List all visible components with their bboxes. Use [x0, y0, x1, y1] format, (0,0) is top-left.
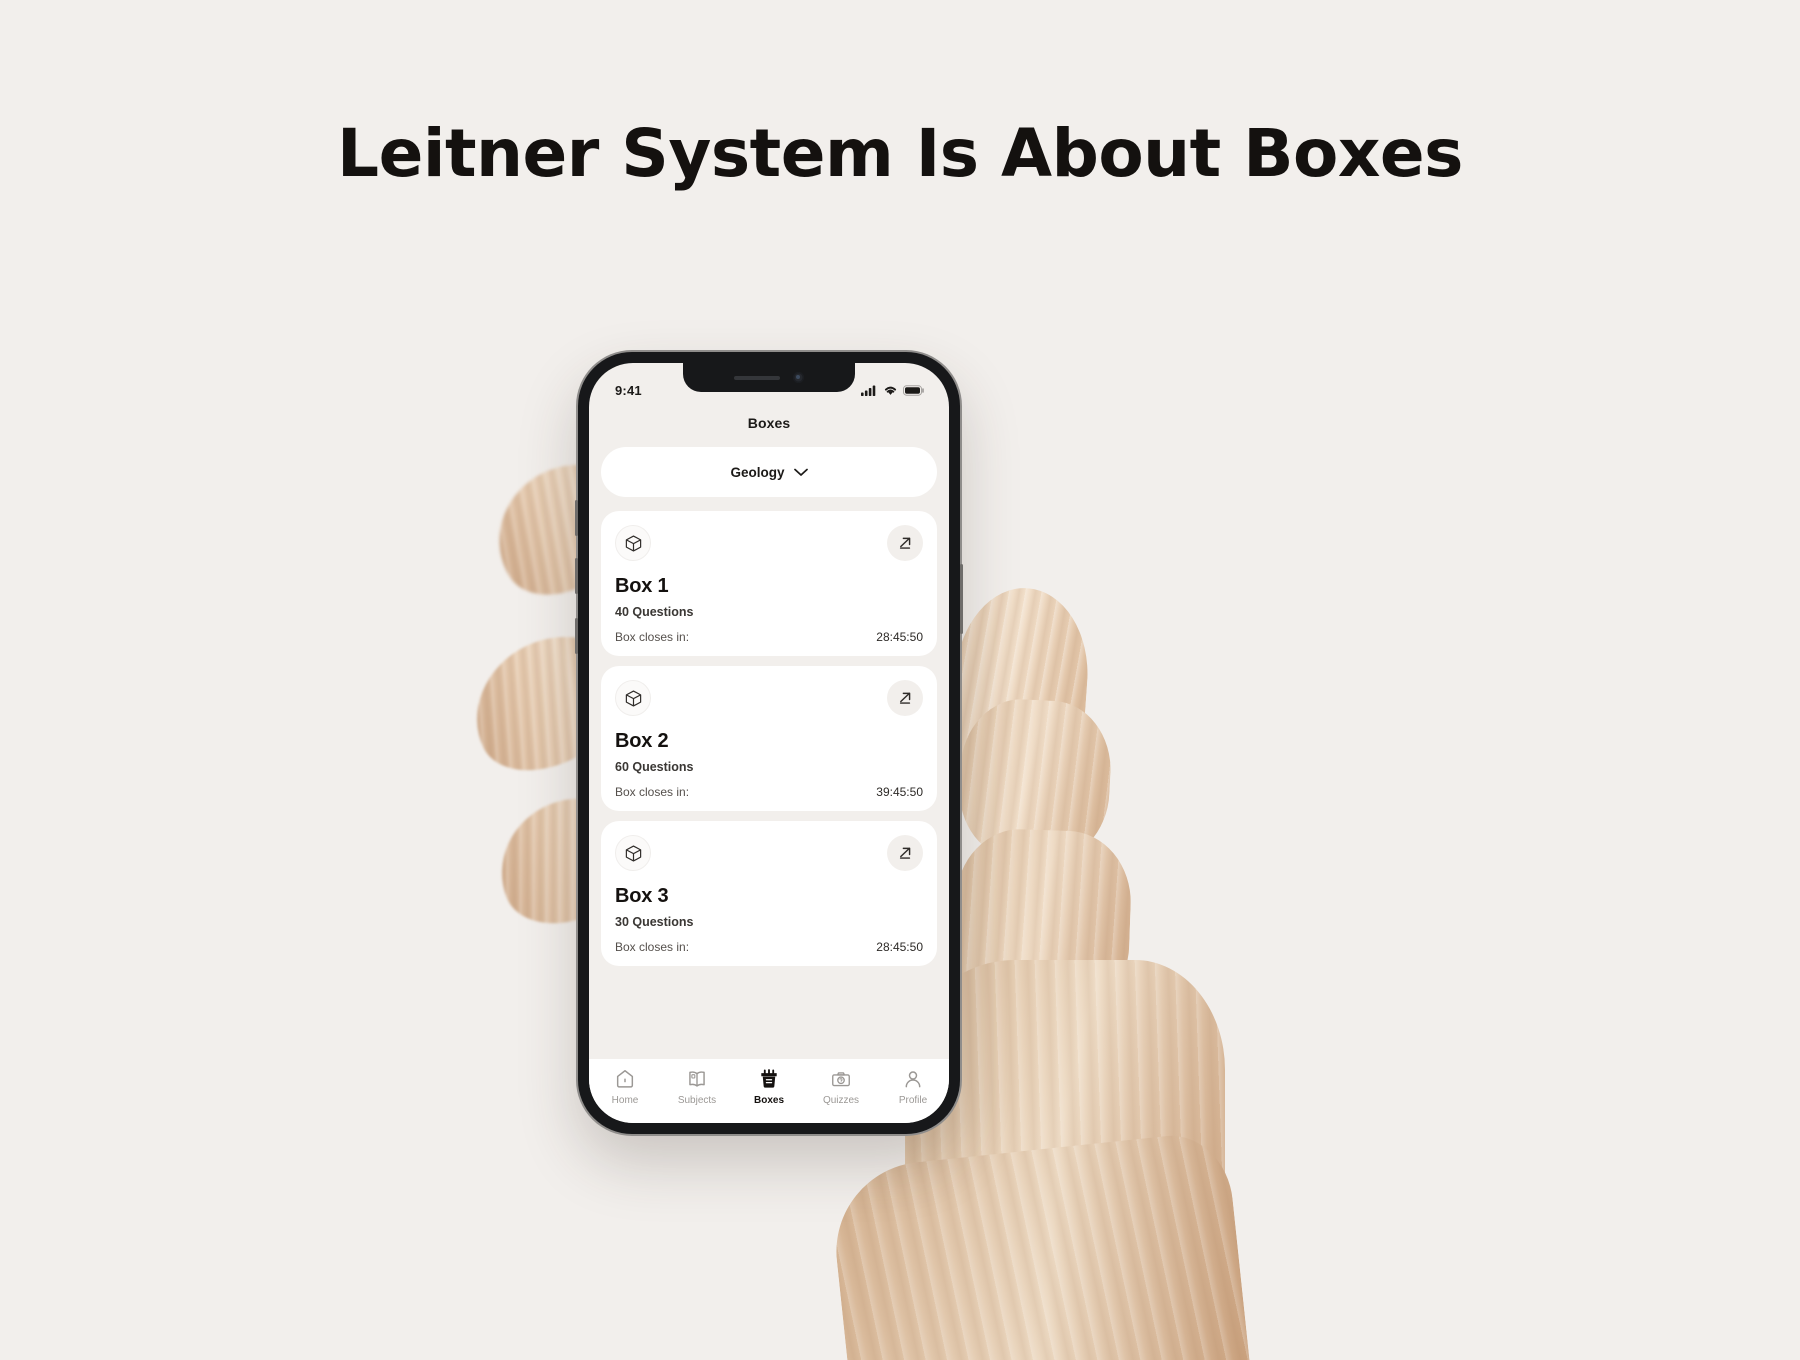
arrow-up-right-icon	[899, 847, 910, 859]
box-timer-value: 28:45:50	[876, 630, 923, 644]
box-card[interactable]: Box 3 30 Questions Box closes in: 28:45:…	[601, 821, 937, 966]
tab-home[interactable]: Home	[589, 1068, 661, 1106]
box-question-count: 40 Questions	[615, 605, 694, 619]
phone-notch	[683, 363, 855, 392]
box-timer-row: Box closes in: 39:45:50	[615, 785, 923, 799]
thumb-base	[951, 827, 1134, 1018]
status-time: 9:41	[615, 382, 642, 398]
open-box-button[interactable]	[887, 835, 923, 871]
cellular-signal-icon	[861, 385, 876, 396]
chevron-down-icon	[793, 468, 808, 476]
thumb-middle	[955, 696, 1115, 864]
page-title: Leitner System Is About Boxes	[337, 115, 1463, 192]
box-timer-value: 39:45:50	[876, 785, 923, 799]
box-title: Box 1	[615, 575, 669, 597]
battery-icon	[903, 384, 924, 396]
app-header-title: Boxes	[747, 415, 791, 431]
tab-profile[interactable]: Profile	[877, 1068, 949, 1106]
card-header-row	[615, 835, 923, 871]
open-box-button[interactable]	[887, 680, 923, 716]
box-timer-label: Box closes in:	[615, 785, 690, 799]
box-timer-label: Box closes in:	[615, 940, 690, 954]
tab-quizzes[interactable]: Quizzes	[805, 1068, 877, 1106]
home-icon	[616, 1070, 634, 1088]
book-icon	[689, 1071, 705, 1087]
quiz-icon	[832, 1072, 850, 1087]
cube-icon-wrapper	[615, 835, 651, 871]
phone-mockup: 9:41 Boxes Geology Box 1 40 Questions Bo…	[575, 352, 963, 1134]
tab-profile-label: Profile	[898, 1095, 928, 1106]
card-header-row	[615, 525, 923, 561]
subject-dropdown[interactable]: Geology	[601, 447, 937, 497]
box-timer-row: Box closes in: 28:45:50	[615, 630, 923, 644]
cube-icon	[625, 689, 641, 707]
box-timer-label: Box closes in:	[615, 630, 690, 644]
arrow-up-right-icon	[899, 537, 910, 549]
open-box-button[interactable]	[887, 525, 923, 561]
front-camera-icon	[793, 372, 804, 383]
wifi-icon	[884, 386, 897, 395]
bottom-tab-bar: Home Subjects Boxes Quizzes Profile	[589, 1059, 949, 1123]
cube-icon-wrapper	[615, 525, 651, 561]
cube-icon	[625, 844, 641, 862]
box-title: Box 2	[615, 730, 669, 752]
earpiece-speaker-icon	[734, 375, 780, 380]
phone-screen: 9:41 Boxes Geology Box 1 40 Questions Bo…	[589, 363, 949, 1123]
tab-boxes-label: Boxes	[753, 1095, 784, 1106]
card-header-row	[615, 680, 923, 716]
boxes-list-container: Geology Box 1 40 Questions Box closes in…	[589, 447, 949, 1123]
box-title: Box 3	[615, 885, 669, 907]
box-timer-value: 28:45:50	[876, 940, 923, 954]
tab-subjects[interactable]: Subjects	[661, 1068, 733, 1106]
box-card[interactable]: Box 2 60 Questions Box closes in: 39:45:…	[601, 666, 937, 811]
tab-home-label: Home	[611, 1095, 639, 1106]
person-icon	[905, 1071, 921, 1088]
status-icons	[861, 384, 925, 396]
subject-dropdown-value: Geology	[730, 464, 785, 480]
thumb-tip	[948, 583, 1094, 783]
tab-quizzes-label: Quizzes	[822, 1095, 860, 1106]
wrist	[827, 1129, 1253, 1360]
tab-subjects-label: Subjects	[677, 1095, 717, 1106]
arrow-up-right-icon	[899, 692, 910, 704]
cube-icon	[625, 534, 641, 552]
box-icon	[761, 1069, 777, 1088]
box-question-count: 60 Questions	[615, 760, 694, 774]
box-question-count: 30 Questions	[615, 915, 694, 929]
cube-icon-wrapper	[615, 680, 651, 716]
box-card[interactable]: Box 1 40 Questions Box closes in: 28:45:…	[601, 511, 937, 656]
tab-boxes[interactable]: Boxes	[733, 1068, 805, 1106]
box-timer-row: Box closes in: 28:45:50	[615, 940, 923, 954]
